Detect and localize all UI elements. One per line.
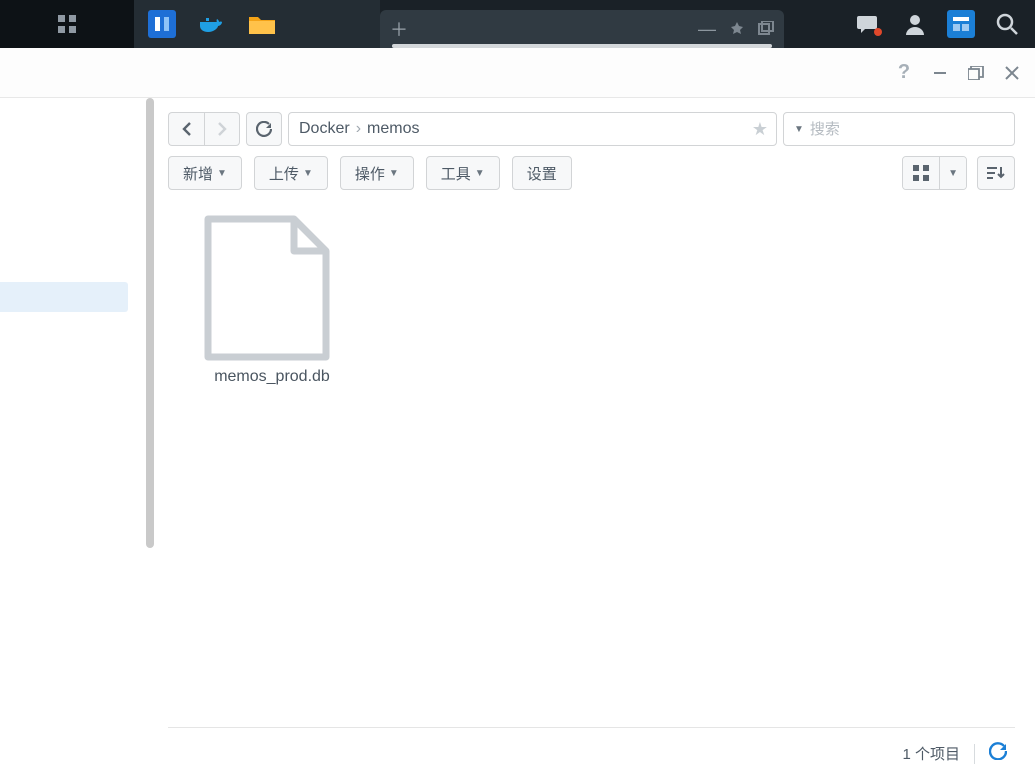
view-mode-dropdown[interactable]: ▼: [939, 157, 966, 189]
refresh-icon: [989, 742, 1007, 760]
tools-button[interactable]: 工具 ▼: [426, 156, 500, 190]
search-icon: [996, 13, 1018, 35]
new-button-label: 新增: [183, 163, 213, 184]
folder-icon: [248, 13, 276, 35]
taskbar-app-file-station[interactable]: [248, 10, 276, 38]
chevron-down-icon: ▼: [303, 168, 313, 179]
chevron-left-icon: [182, 122, 192, 136]
taskbar-app-docker[interactable]: [198, 10, 226, 38]
window-restore-icon[interactable]: [758, 21, 774, 38]
tray-notifications[interactable]: [855, 10, 883, 38]
taskbar-left: [0, 0, 380, 48]
status-divider: [974, 744, 975, 764]
item-count-label: 1 个项目: [902, 743, 960, 764]
widgets-icon: [951, 15, 971, 33]
tools-button-label: 工具: [441, 163, 471, 184]
action-row: 新增 ▼ 上传 ▼ 操作 ▼ 工具 ▼ 设置: [168, 156, 1015, 190]
tray-user[interactable]: [901, 10, 929, 38]
new-button[interactable]: 新增 ▼: [168, 156, 242, 190]
file-thumbnail: [192, 208, 342, 368]
sort-button[interactable]: [977, 156, 1015, 190]
search-caret-icon[interactable]: ▼: [794, 124, 804, 135]
search-input[interactable]: [810, 121, 1009, 138]
sidebar-scrollbar[interactable]: [144, 98, 156, 779]
sidebar-selected-item[interactable]: [0, 282, 128, 312]
scroll-thumb[interactable]: [146, 98, 154, 548]
window-minimize-icon[interactable]: —: [698, 19, 716, 40]
main-pane: Docker › memos ★ ▼ 新增 ▼ 上传 ▼: [156, 98, 1035, 779]
operate-button-label: 操作: [355, 163, 385, 184]
sort-icon: [987, 165, 1005, 181]
status-refresh-button[interactable]: [989, 742, 1007, 765]
close-button[interactable]: [1003, 64, 1021, 82]
maximize-icon: [968, 66, 984, 80]
view-grid-button[interactable]: [903, 157, 939, 189]
window-pin-icon[interactable]: [730, 21, 744, 38]
view-mode-group: ▼: [902, 156, 967, 190]
main-menu-button[interactable]: [0, 0, 134, 48]
minimize-icon: [933, 66, 947, 80]
help-button[interactable]: ?: [895, 64, 913, 82]
window-titlebar: ?: [0, 48, 1035, 98]
refresh-button[interactable]: [246, 112, 282, 146]
refresh-icon: [256, 121, 272, 137]
settings-button[interactable]: 设置: [512, 156, 572, 190]
activity-monitor-icon: [152, 14, 172, 34]
chevron-right-icon: [217, 122, 227, 136]
tray-search[interactable]: [993, 10, 1021, 38]
body-area: Docker › memos ★ ▼ 新增 ▼ 上传 ▼: [0, 98, 1035, 779]
nav-back-button[interactable]: [168, 112, 204, 146]
add-tab-icon[interactable]: ＋: [390, 16, 408, 42]
file-grid[interactable]: memos_prod.db: [168, 208, 1015, 727]
grid-icon: [913, 165, 929, 181]
search-box[interactable]: ▼: [783, 112, 1015, 146]
chevron-down-icon: ▼: [217, 168, 227, 179]
docker-icon: [198, 14, 226, 34]
breadcrumb[interactable]: Docker › memos ★: [288, 112, 777, 146]
tray-widgets[interactable]: [947, 10, 975, 38]
taskbar-app-activity[interactable]: [148, 10, 176, 38]
chevron-down-icon: ▼: [389, 168, 399, 179]
favorite-star-icon[interactable]: ★: [752, 119, 768, 140]
status-bar: 1 个项目: [168, 727, 1015, 779]
user-icon: [904, 13, 926, 35]
system-taskbar: ＋ —: [0, 0, 1035, 48]
active-window-tab[interactable]: ＋ —: [380, 10, 784, 48]
minimize-button[interactable]: [931, 64, 949, 82]
breadcrumb-separator: ›: [356, 120, 361, 138]
apps-grid-icon: [57, 14, 77, 34]
chevron-down-icon: ▼: [475, 168, 485, 179]
breadcrumb-seg-0[interactable]: Docker: [299, 120, 350, 138]
location-row: Docker › memos ★ ▼: [168, 112, 1015, 146]
operate-button[interactable]: 操作 ▼: [340, 156, 414, 190]
maximize-button[interactable]: [967, 64, 985, 82]
upload-button-label: 上传: [269, 163, 299, 184]
system-tray: [855, 10, 1035, 38]
nav-forward-button[interactable]: [204, 112, 240, 146]
breadcrumb-seg-1[interactable]: memos: [367, 120, 419, 138]
chevron-down-icon: ▼: [948, 168, 958, 179]
taskbar-apps: [134, 0, 380, 48]
upload-button[interactable]: 上传 ▼: [254, 156, 328, 190]
file-item[interactable]: memos_prod.db: [192, 208, 352, 386]
file-name-label: memos_prod.db: [192, 368, 352, 386]
close-icon: [1005, 66, 1019, 80]
view-controls: ▼: [902, 156, 1015, 190]
file-document-icon: [202, 215, 332, 361]
settings-button-label: 设置: [527, 163, 557, 184]
sidebar: [0, 98, 144, 779]
